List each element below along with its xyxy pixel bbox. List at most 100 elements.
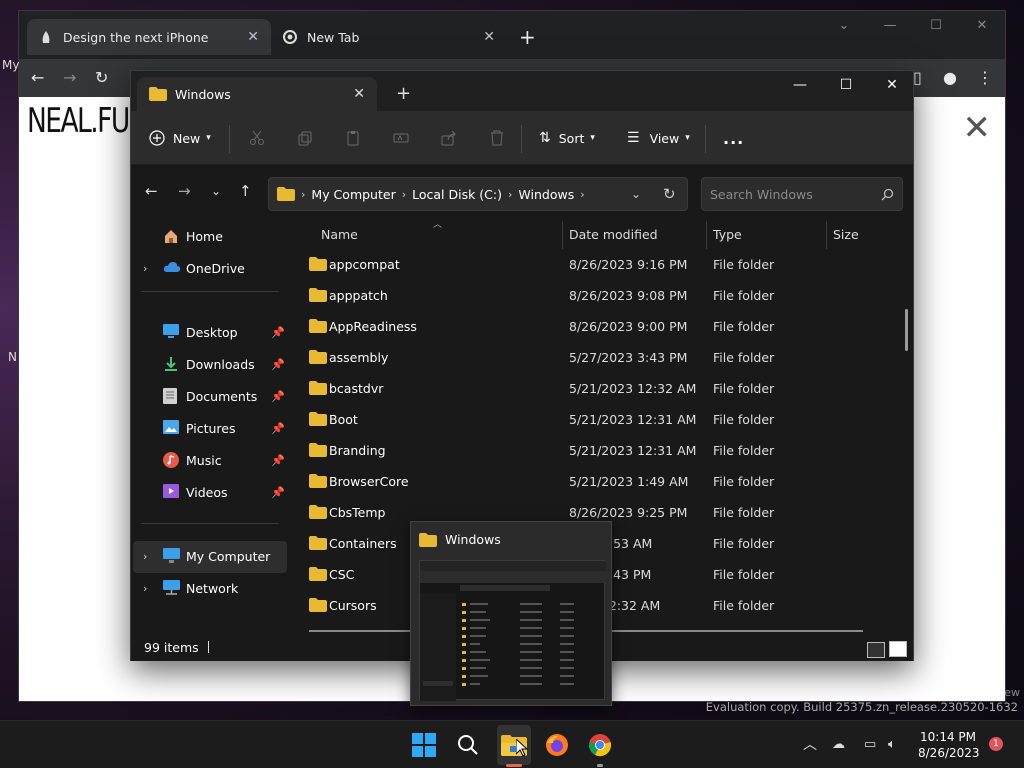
- file-row[interactable]: Boot 5/21/2023 12:31 AM File folder: [289, 404, 913, 435]
- chrome-taskbar-button[interactable]: [584, 729, 616, 761]
- sidebar-item-pictures[interactable]: Pictures 📌: [131, 413, 289, 443]
- search-box[interactable]: Search Windows: [701, 177, 903, 211]
- column-date-modified[interactable]: Date modified: [569, 227, 658, 242]
- view-button[interactable]: ☰ View ▾: [627, 111, 690, 165]
- column-divider[interactable]: [562, 221, 563, 249]
- column-name[interactable]: Name: [321, 227, 358, 242]
- sort-ascending-icon: ︿: [433, 220, 443, 230]
- forward-icon[interactable]: →: [63, 68, 76, 88]
- sidebar-item-desktop[interactable]: Desktop 📌: [131, 317, 289, 347]
- close-icon[interactable]: ✕: [869, 77, 915, 93]
- column-size[interactable]: Size: [833, 227, 859, 242]
- file-name: Containers: [329, 536, 397, 551]
- file-row[interactable]: appcompat 8/26/2023 9:16 PM File folder: [289, 249, 913, 280]
- tab-search-icon[interactable]: ⌄: [821, 11, 867, 41]
- forward-icon[interactable]: →: [178, 183, 191, 199]
- show-hidden-icons-icon[interactable]: ︿: [803, 737, 817, 753]
- address-dropdown-icon[interactable]: ⌄: [631, 187, 641, 201]
- sidebar-label: Home: [186, 228, 223, 244]
- sort-button[interactable]: ⇅ Sort ▾: [539, 111, 595, 165]
- file-row[interactable]: AppReadiness 8/26/2023 9:00 PM File fold…: [289, 311, 913, 342]
- volume-icon[interactable]: 🔈︎: [888, 737, 896, 753]
- vertical-scrollbar[interactable]: [905, 309, 908, 351]
- network-status-icon[interactable]: ▭: [864, 737, 876, 753]
- close-tab-icon[interactable]: ✕: [353, 86, 365, 102]
- column-divider[interactable]: [706, 221, 707, 249]
- folder-icon: [149, 87, 167, 101]
- tiles-view-icon[interactable]: [889, 641, 907, 657]
- breadcrumb-local-disk[interactable]: Local Disk (C:): [412, 187, 502, 202]
- chevron-right-icon[interactable]: ›: [143, 582, 147, 595]
- taskbar-thumbnail-preview[interactable]: Windows: [410, 521, 612, 706]
- cut-icon[interactable]: [249, 111, 265, 165]
- more-options-button[interactable]: ...: [723, 111, 744, 165]
- start-button[interactable]: [408, 729, 440, 761]
- sidebar-label: Documents: [186, 388, 258, 404]
- sidebar-item-home[interactable]: Home: [131, 221, 289, 251]
- explorer-tab[interactable]: Windows ✕: [137, 77, 377, 111]
- file-row[interactable]: BrowserCore 5/21/2023 1:49 AM File folde…: [289, 466, 913, 497]
- back-icon[interactable]: ←: [31, 68, 44, 88]
- minimize-icon[interactable]: —: [777, 77, 823, 93]
- folder-icon: [309, 412, 327, 429]
- sidebar-item-videos[interactable]: Videos 📌: [131, 477, 289, 507]
- onedrive-status-icon[interactable]: ☁: [832, 737, 845, 753]
- file-row[interactable]: Branding 5/21/2023 12:31 AM File folder: [289, 435, 913, 466]
- breadcrumb-my-computer[interactable]: My Computer: [311, 187, 395, 202]
- file-row[interactable]: apppatch 8/26/2023 9:08 PM File folder: [289, 280, 913, 311]
- sidebar-item-network[interactable]: › Network: [131, 573, 289, 603]
- copy-icon[interactable]: [297, 111, 313, 165]
- file-row[interactable]: bcastdvr 5/21/2023 12:32 AM File folder: [289, 373, 913, 404]
- recent-locations-icon[interactable]: ⌄: [211, 183, 221, 199]
- address-bar[interactable]: › My Computer › Local Disk (C:) › Window…: [268, 177, 688, 211]
- maximize-icon[interactable]: ☐: [913, 11, 959, 41]
- chrome-tab-design[interactable]: Design the next iPhone ✕: [27, 19, 271, 55]
- back-icon[interactable]: ←: [145, 183, 158, 199]
- file-date: 8/26/2023 9:16 PM: [569, 257, 688, 272]
- up-icon[interactable]: ↑: [239, 183, 252, 199]
- sidebar-item-documents[interactable]: Documents 📌: [131, 381, 289, 411]
- file-date: 8/26/2023 9:08 PM: [569, 288, 688, 303]
- sidebar-label: Downloads: [186, 356, 255, 372]
- chrome-tab-newtab[interactable]: New Tab ✕: [271, 19, 507, 55]
- breadcrumb-windows[interactable]: Windows: [518, 187, 574, 202]
- taskbar: ︿ ☁ ▭ 🔈︎ 10:14 PM 8/26/2023 1: [0, 720, 1024, 768]
- tab-close-icon[interactable]: ✕: [483, 29, 495, 45]
- details-view-icon[interactable]: [867, 642, 885, 658]
- pin-icon: 📌: [271, 325, 285, 339]
- new-button[interactable]: New ▾: [149, 111, 211, 165]
- chevron-right-icon[interactable]: ›: [143, 262, 147, 275]
- tab-title: Design the next iPhone: [63, 29, 209, 45]
- close-icon[interactable]: ✕: [959, 11, 1005, 41]
- sidebar-item-music[interactable]: Music 📌: [131, 445, 289, 475]
- divider: [207, 641, 209, 653]
- sidebar-item-downloads[interactable]: Downloads 📌: [131, 349, 289, 379]
- sidebar-item-my-computer[interactable]: › My Computer: [131, 541, 289, 571]
- refresh-icon[interactable]: ↻: [663, 185, 676, 203]
- new-tab-button[interactable]: +: [519, 27, 536, 47]
- page-close-icon[interactable]: ✕: [963, 111, 992, 145]
- date: 8/26/2023: [918, 746, 980, 760]
- notification-badge[interactable]: 1: [989, 737, 1003, 751]
- new-tab-button[interactable]: +: [396, 85, 411, 103]
- delete-icon[interactable]: [489, 111, 505, 165]
- menu-icon[interactable]: ⋮: [977, 68, 993, 88]
- search-icon: [881, 188, 894, 201]
- chevron-right-icon[interactable]: ›: [143, 550, 147, 563]
- share-icon[interactable]: [441, 111, 457, 165]
- column-type[interactable]: Type: [713, 227, 742, 242]
- profile-icon[interactable]: ●: [943, 68, 957, 88]
- column-divider[interactable]: [826, 221, 827, 249]
- file-row[interactable]: assembly 5/27/2023 3:43 PM File folder: [289, 342, 913, 373]
- clock[interactable]: 10:14 PM 8/26/2023: [918, 729, 980, 761]
- sidebar-item-onedrive[interactable]: › OneDrive: [131, 253, 289, 283]
- search-button[interactable]: [452, 729, 484, 761]
- reload-icon[interactable]: ↻: [95, 68, 108, 88]
- rename-icon[interactable]: [393, 111, 409, 165]
- tab-close-icon[interactable]: ✕: [247, 29, 259, 45]
- minimize-icon[interactable]: —: [867, 11, 913, 41]
- firefox-taskbar-button[interactable]: [541, 729, 573, 761]
- maximize-icon[interactable]: ☐: [823, 77, 869, 93]
- paste-icon[interactable]: [345, 111, 361, 165]
- video-icon: [163, 484, 179, 501]
